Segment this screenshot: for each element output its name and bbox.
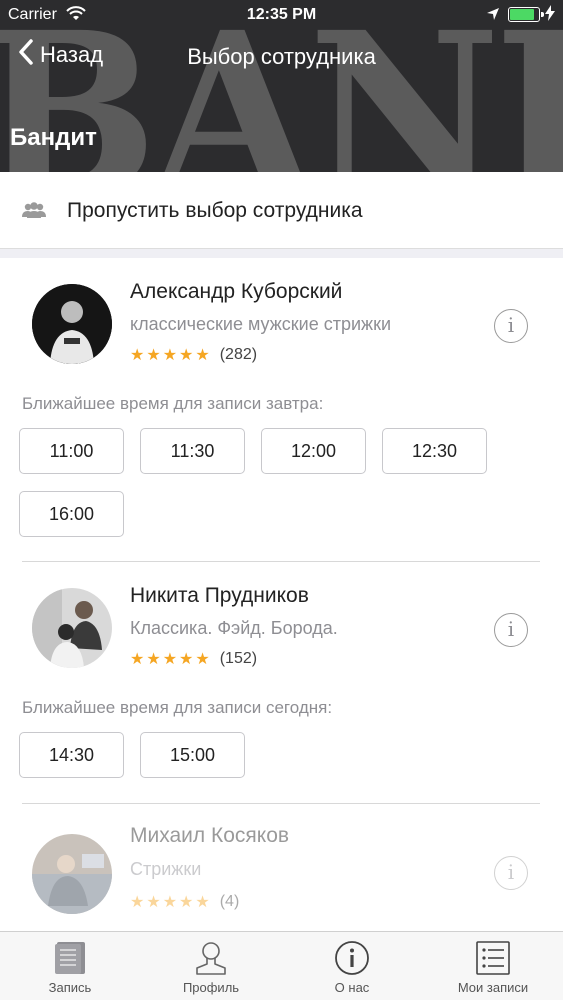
time-slot-button[interactable]: 14:30: [19, 732, 124, 778]
time-slot-button[interactable]: 16:00: [19, 491, 124, 537]
time-slot-button[interactable]: 11:00: [19, 428, 124, 474]
rating-stars: ★★★★★: [130, 651, 212, 668]
employee-rating: ★★★★★ (152): [130, 649, 257, 669]
tab-bar: Запись Профиль О нас Мои записи: [0, 931, 563, 1000]
nearest-time-label: Ближайшее время для записи завтра:: [22, 394, 324, 413]
charging-bolt-icon: [545, 5, 555, 26]
group-icon: [22, 202, 46, 223]
employee-name: Никита Прудников: [130, 584, 309, 607]
employee-description: классические мужские стрижки: [130, 314, 392, 334]
section-separator: [0, 248, 563, 258]
tab-profile[interactable]: Профиль: [141, 932, 281, 1000]
tab-about[interactable]: О нас: [282, 932, 422, 1000]
time-slot-button[interactable]: 11:30: [140, 428, 245, 474]
employee-rating: ★★★★★ (4): [130, 892, 239, 912]
review-count: (282): [219, 346, 258, 363]
review-count: (152): [219, 650, 258, 667]
tab-label: О нас: [334, 980, 370, 995]
company-name: Бандит: [10, 124, 97, 151]
divider: [22, 803, 540, 804]
tab-label: Профиль: [182, 980, 240, 995]
person-icon: [193, 940, 229, 976]
tab-booking[interactable]: Запись: [0, 932, 140, 1000]
avatar: [32, 588, 112, 668]
employee-description: Классика. Фэйд. Борода.: [130, 618, 338, 638]
time-slot-button[interactable]: 12:30: [382, 428, 487, 474]
info-icon: [334, 940, 370, 976]
employee-rating: ★★★★★ (282): [130, 345, 257, 365]
header: BANDIT Carrier 12:35 PM Назад Выбор сотр…: [0, 0, 563, 172]
page-title: Выбор сотрудника: [187, 44, 376, 69]
tab-label: Запись: [48, 980, 92, 995]
divider: [22, 561, 540, 562]
clock: 12:35 PM: [246, 6, 317, 23]
employee-description: Стрижки: [130, 859, 202, 879]
info-icon[interactable]: i: [494, 309, 528, 343]
info-icon[interactable]: i: [494, 856, 528, 890]
list-icon: [475, 940, 511, 976]
skip-label: Пропустить выбор сотрудника: [67, 199, 363, 222]
info-icon[interactable]: i: [494, 613, 528, 647]
location-arrow-icon: [486, 7, 500, 26]
rating-stars: ★★★★★: [130, 347, 212, 364]
nearest-time-label: Ближайшее время для записи сегодня:: [22, 698, 333, 717]
battery-icon: [508, 7, 544, 22]
employee-name: Александр Куборский: [130, 280, 343, 303]
skip-employee-selection-row[interactable]: Пропустить выбор сотрудника: [0, 172, 563, 248]
status-bar: Carrier 12:35 PM: [0, 0, 563, 30]
book-icon: [52, 940, 88, 976]
avatar: [32, 834, 112, 914]
review-count: (4): [219, 893, 240, 910]
employee-name: Михаил Косяков: [130, 824, 290, 847]
avatar: [32, 284, 112, 364]
time-slot-button[interactable]: 12:00: [261, 428, 366, 474]
time-slot-button[interactable]: 15:00: [140, 732, 245, 778]
tab-my-bookings[interactable]: Мои записи: [423, 932, 563, 1000]
rating-stars: ★★★★★: [130, 894, 212, 911]
tab-label: Мои записи: [457, 980, 529, 995]
